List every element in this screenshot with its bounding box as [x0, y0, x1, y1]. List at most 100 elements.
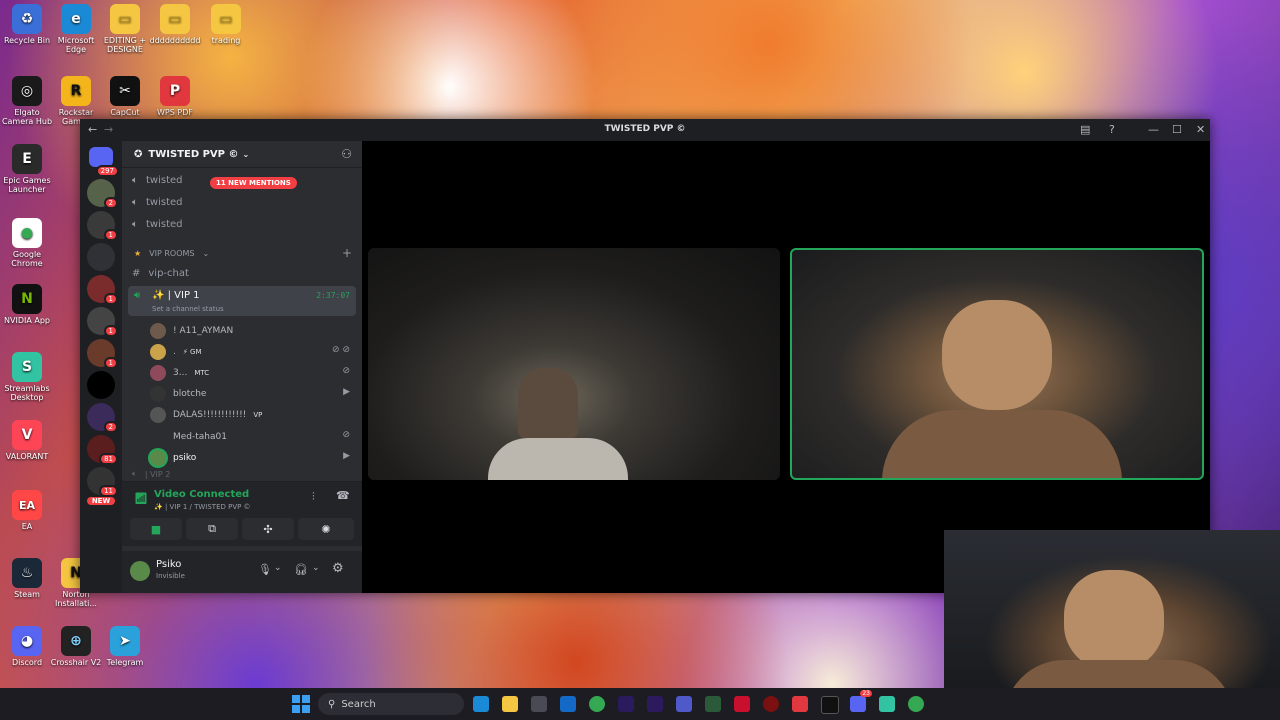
premiere-icon[interactable]	[618, 696, 634, 712]
desktop-icon-nvidia[interactable]: N NVIDIA App	[0, 284, 54, 325]
server-icon[interactable]: 1	[87, 339, 118, 369]
discord-taskbar-icon[interactable]: 23	[850, 690, 872, 712]
active-voice-channel[interactable]: 🔊︎ ✨ | VIP 1 2:37:07 Set a channel statu…	[128, 286, 356, 316]
camera-button[interactable]: ■	[130, 518, 182, 540]
help-icon[interactable]: ?	[1109, 123, 1115, 136]
category-vip-rooms[interactable]: ★ VIP ROOMS ⌄	[134, 249, 209, 258]
voice-member[interactable]: 3... MTC	[150, 365, 209, 381]
soundboard-button[interactable]: ✺	[298, 518, 354, 540]
avatar	[150, 450, 166, 466]
speaker-icon: 🔈︎	[132, 175, 138, 186]
voice-channel-twisted-3[interactable]: 🔈︎ twisted	[132, 219, 183, 230]
file-explorer-icon[interactable]	[502, 696, 518, 712]
channel-status-hint[interactable]: Set a channel status	[152, 305, 224, 313]
chevron-down-icon[interactable]: ⌄	[312, 563, 320, 573]
member-name: blotche	[173, 389, 207, 399]
microphone-icon[interactable]: 🎙︎	[258, 563, 272, 576]
voice-status-label[interactable]: Video Connected	[154, 489, 249, 500]
direct-messages-button[interactable]: 297	[89, 147, 119, 177]
desktop-icon-steam[interactable]: ♨ Steam	[0, 558, 54, 599]
voice-channel-twisted-2[interactable]: 🔈︎ twisted	[132, 197, 183, 208]
edge-taskbar-icon[interactable]	[473, 696, 489, 712]
new-mentions-pill[interactable]: 11 NEW MENTIONS	[210, 177, 297, 189]
close-button[interactable]: ✕	[1196, 123, 1205, 136]
store-icon[interactable]	[531, 696, 547, 712]
server-icon[interactable]: 2	[87, 179, 118, 209]
wps-taskbar-icon[interactable]	[792, 696, 808, 712]
chrome-profile-icon[interactable]	[908, 696, 924, 712]
voice-channel-twisted-1[interactable]: 🔈︎ twisted	[132, 175, 183, 186]
desktop-icon-editing-folder[interactable]: ▭ EDITING + DESIGNE	[98, 4, 152, 54]
minimize-button[interactable]: —	[1148, 123, 1159, 136]
desktop-icon-ea[interactable]: EA EA	[0, 490, 54, 531]
server-icon[interactable]: 1	[87, 275, 118, 305]
app-icon[interactable]	[705, 696, 721, 712]
server-icon[interactable]: 1	[87, 211, 118, 241]
voice-channel-vip-2[interactable]: 🔈︎ | VIP 2	[132, 469, 170, 479]
text-channel-vip-chat[interactable]: # vip-chat	[132, 268, 189, 279]
headphones-icon[interactable]: 🎧︎	[294, 563, 308, 576]
outlook-icon[interactable]	[560, 696, 576, 712]
desktop-icon-chrome[interactable]: ● Google Chrome	[0, 218, 54, 268]
settings-gear-icon[interactable]: ⚙	[332, 561, 344, 576]
desktop-icon-edge[interactable]: e Microsoft Edge	[49, 4, 103, 54]
server-icon[interactable]	[87, 243, 115, 271]
server-header[interactable]: ✪ TWISTED PVP © ⌄ ⚇	[122, 141, 362, 168]
capcut-taskbar-icon[interactable]	[821, 696, 839, 714]
noise-suppression-icon[interactable]: ⫶	[312, 490, 315, 504]
wps-pdf-icon: P	[160, 76, 190, 106]
desktop-icon-label: Steam	[14, 590, 40, 599]
voice-member[interactable]: DALAS!!!!!!!!!!!! VP	[150, 407, 262, 423]
desktop-icon-wps[interactable]: P WPS PDF	[148, 76, 202, 117]
voice-member[interactable]: blotche	[150, 386, 206, 402]
taskbar-search-box[interactable]: ⚲ Search	[318, 693, 464, 715]
voice-member[interactable]: psiko	[150, 450, 196, 466]
chevron-down-icon[interactable]: ⌄	[274, 563, 282, 573]
chrome-taskbar-icon[interactable]	[589, 696, 605, 712]
username[interactable]: Psiko	[156, 559, 181, 570]
voice-member[interactable]: . ⚡ GM	[150, 344, 201, 360]
acrobat-icon[interactable]	[734, 696, 750, 712]
desktop-icon-label: EDITING + DESIGNE	[103, 36, 147, 54]
activities-button[interactable]: ✣	[242, 518, 294, 540]
inbox-icon[interactable]: ▤	[1080, 123, 1090, 136]
teams-icon[interactable]	[676, 696, 692, 712]
voice-member[interactable]: Med-taha01	[150, 429, 227, 445]
server-icon[interactable]	[87, 371, 115, 399]
chevron-down-icon: ⌄	[202, 249, 210, 258]
edge-icon: e	[61, 4, 91, 34]
desktop-icon-epic[interactable]: E Epic Games Launcher	[0, 144, 54, 194]
video-tile-participant-2-speaking[interactable]	[790, 248, 1204, 480]
desktop-icon-valorant[interactable]: V VALORANT	[0, 420, 54, 461]
voice-member[interactable]: ! A11_AYMAN	[150, 323, 233, 339]
desktop-icon-telegram[interactable]: ➤ Telegram	[98, 626, 152, 667]
windows-start-icon[interactable]	[292, 695, 310, 713]
desktop-icon-label: Microsoft Edge	[57, 36, 95, 54]
disconnect-icon[interactable]: ☎	[336, 489, 350, 502]
server-icon[interactable]: 81	[87, 435, 118, 465]
voice-location[interactable]: ✨ | VIP 1 / TWISTED PVP ©	[154, 503, 251, 511]
add-friend-icon[interactable]: ⚇	[341, 147, 352, 161]
signal-icon[interactable]: 📶︎	[134, 492, 148, 505]
app-icon[interactable]	[763, 696, 779, 712]
after-effects-icon[interactable]	[647, 696, 663, 712]
video-tile-participant-1[interactable]	[368, 248, 780, 480]
desktop-icon-ddd-folder[interactable]: ▭ dddddddddd	[148, 4, 202, 45]
maximize-button[interactable]: ☐	[1172, 123, 1182, 136]
server-icon[interactable]: 2	[87, 403, 118, 433]
server-icon[interactable]: 1	[87, 307, 118, 337]
desktop-icon-recycle-bin[interactable]: ♻ Recycle Bin	[0, 4, 54, 45]
desktop-icon-elgato[interactable]: ◎ Elgato Camera Hub	[0, 76, 54, 126]
desktop-icon-trading-folder[interactable]: ▭ trading	[199, 4, 253, 45]
participant-figure	[518, 368, 578, 438]
desktop-icon-crosshair[interactable]: ⊕ Crosshair V2	[49, 626, 103, 667]
avatar[interactable]	[130, 561, 150, 581]
add-channel-icon[interactable]: +	[342, 246, 352, 260]
desktop-icon-discord[interactable]: ◕ Discord	[0, 626, 54, 667]
screen-share-button[interactable]: ⧉	[186, 518, 238, 540]
server-icon[interactable]: 11	[87, 467, 118, 497]
new-unreads-pill[interactable]: NEW	[87, 497, 115, 505]
desktop-icon-capcut[interactable]: ✂ CapCut	[98, 76, 152, 117]
streamlabs-taskbar-icon[interactable]	[879, 696, 895, 712]
desktop-icon-streamlabs[interactable]: S Streamlabs Desktop	[0, 352, 54, 402]
